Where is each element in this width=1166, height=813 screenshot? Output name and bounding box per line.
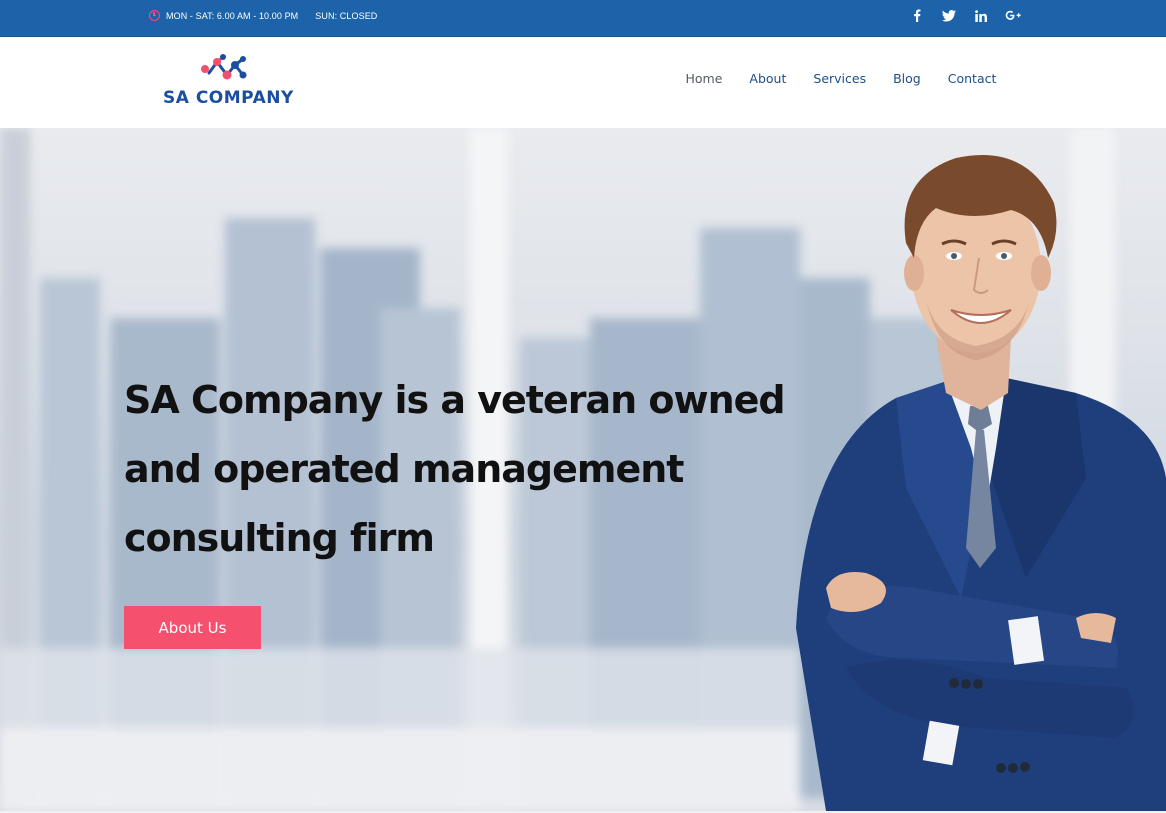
nav-contact[interactable]: Contact bbox=[934, 71, 1010, 86]
main-nav: Home About Services Blog Contact bbox=[672, 37, 1010, 119]
businessman-image bbox=[796, 155, 1166, 811]
facebook-icon[interactable] bbox=[901, 0, 933, 31]
hero-title: SA Company is a veteran owned and operat… bbox=[124, 378, 786, 560]
linkedin-icon[interactable] bbox=[965, 0, 997, 31]
nav-blog[interactable]: Blog bbox=[880, 71, 935, 86]
nav-about[interactable]: About bbox=[736, 71, 800, 86]
clock-icon bbox=[149, 10, 160, 21]
about-us-button[interactable]: About Us bbox=[124, 606, 261, 649]
social-links bbox=[901, 0, 1029, 31]
top-bar: MON - SAT: 6.00 AM - 10.00 PM SUN: CLOSE… bbox=[0, 0, 1166, 37]
hero-section: SA Company is a veteran owned and operat… bbox=[0, 128, 1166, 811]
company-logo[interactable]: SA COMPANY bbox=[161, 51, 294, 111]
google-plus-icon[interactable] bbox=[997, 0, 1029, 31]
logo-mark-icon bbox=[201, 54, 247, 80]
site-header: SA COMPANY Home About Services Blog Cont… bbox=[0, 37, 1166, 128]
hours-text: MON - SAT: 6.00 AM - 10.00 PM bbox=[166, 10, 299, 21]
twitter-icon[interactable] bbox=[933, 0, 965, 31]
logo-text: SA COMPANY bbox=[163, 88, 294, 108]
nav-home[interactable]: Home bbox=[672, 71, 736, 86]
business-hours: MON - SAT: 6.00 AM - 10.00 PM SUN: CLOSE… bbox=[149, 0, 377, 31]
sunday-hours-text: SUN: CLOSED bbox=[315, 10, 378, 21]
nav-services[interactable]: Services bbox=[800, 71, 880, 86]
